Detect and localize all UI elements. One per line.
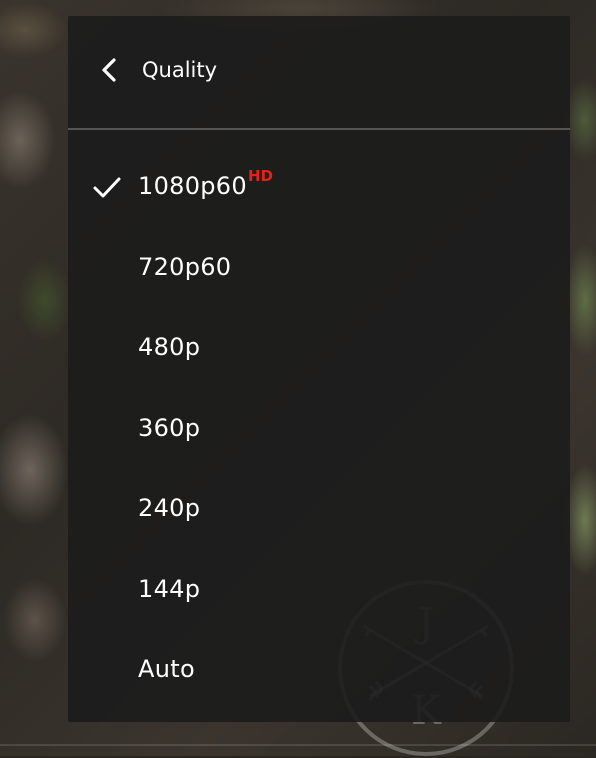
hd-badge: HD (248, 167, 274, 185)
quality-option-auto[interactable]: Auto (68, 629, 570, 710)
quality-option-480p[interactable]: 480p (68, 307, 570, 388)
quality-option-240p[interactable]: 240p (68, 468, 570, 549)
quality-option-1080p60[interactable]: 1080p60 HD (68, 146, 570, 227)
quality-option-label: 1080p60 (138, 172, 247, 200)
quality-option-144p[interactable]: 144p (68, 549, 570, 630)
header-divider (68, 128, 570, 130)
quality-settings-menu: Quality 1080p60 HD 720p60 480p 360p 240p… (68, 16, 570, 722)
quality-option-label: 480p (138, 333, 201, 361)
quality-option-label: 720p60 (138, 252, 232, 281)
player-progress-bar[interactable] (0, 744, 596, 746)
quality-menu-back-header[interactable]: Quality (68, 16, 570, 128)
quality-option-720p60[interactable]: 720p60 (68, 227, 570, 308)
quality-options-list: 1080p60 HD 720p60 480p 360p 240p 144p Au… (68, 146, 570, 710)
quality-option-label: 240p (138, 494, 201, 522)
quality-option-label: Auto (138, 655, 195, 683)
quality-option-360p[interactable]: 360p (68, 388, 570, 469)
quality-option-label: 360p (138, 413, 201, 442)
menu-title: Quality (142, 58, 218, 82)
chevron-left-icon[interactable] (96, 56, 124, 84)
checkmark-icon (93, 177, 121, 198)
quality-option-label: 144p (138, 574, 201, 603)
